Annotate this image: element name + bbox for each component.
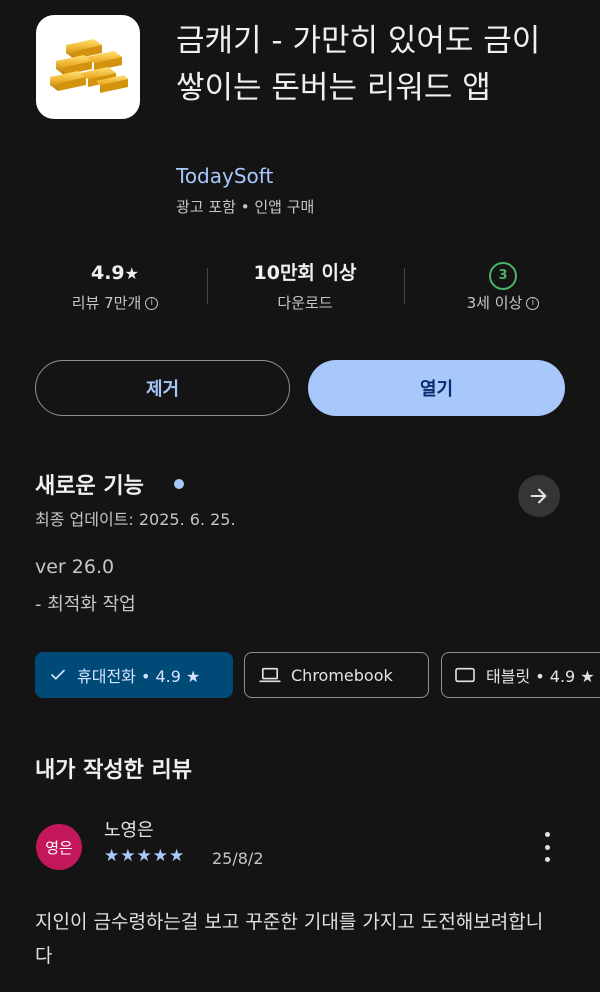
review-date: 25/8/2: [212, 849, 264, 868]
whats-new-arrow-button[interactable]: [518, 475, 560, 517]
reviews-count: 리뷰 7만개: [71, 294, 142, 312]
rating-stat[interactable]: 4.9★ 리뷰 7만개 i: [40, 258, 190, 313]
avatar: 영은: [36, 824, 82, 870]
device-chip-label: 휴대전화 • 4.9 ★: [77, 667, 201, 686]
new-indicator-dot: [174, 479, 184, 489]
downloads-stat: 10만회 이상 다운로드: [230, 258, 380, 313]
check-icon: [49, 666, 67, 684]
device-chip-label: Chromebook: [291, 665, 393, 685]
more-options-icon[interactable]: [536, 832, 558, 862]
device-chip-tablet[interactable]: 태블릿 • 4.9 ★: [441, 652, 600, 698]
ads-inapp-label: 광고 포함 • 인앱 구매: [176, 198, 315, 216]
age-rating-badge: 3: [489, 262, 517, 290]
arrow-right-icon: [530, 488, 547, 504]
age-rating-label: 3세 이상: [466, 294, 523, 312]
info-icon: i: [145, 297, 159, 310]
device-chip-phone[interactable]: 휴대전화 • 4.9 ★: [35, 652, 233, 698]
app-icon: [36, 15, 140, 119]
rating-value: 4.9: [90, 262, 125, 284]
uninstall-button[interactable]: 제거: [35, 360, 290, 416]
laptop-icon: [259, 666, 281, 684]
info-icon: i: [526, 297, 540, 310]
stat-divider: [404, 268, 405, 304]
device-chip-label: 태블릿 • 4.9 ★: [486, 667, 595, 686]
age-rating-stat[interactable]: 3 3세 이상 i: [428, 258, 578, 313]
downloads-label: 다운로드: [277, 294, 333, 312]
last-updated: 최종 업데이트: 2025. 6. 25.: [35, 510, 236, 529]
tablet-icon: [454, 666, 476, 684]
app-title: 금캐기 - 가만히 있어도 금이 쌓이는 돈버는 리워드 앱: [176, 23, 541, 106]
my-review-title: 내가 작성한 리뷰: [35, 758, 192, 783]
downloads-value: 10만회 이상: [253, 262, 357, 284]
version-text: ver 26.0: [35, 556, 115, 578]
stat-divider: [207, 268, 208, 304]
developer-link[interactable]: TodaySoft: [176, 164, 273, 188]
rating-star-icon: ★: [124, 264, 139, 283]
device-chip-chromebook[interactable]: Chromebook: [244, 652, 429, 698]
review-stars: ★★★★★: [104, 846, 186, 866]
release-note: - 최적화 작업: [35, 594, 136, 615]
open-button[interactable]: 열기: [308, 360, 565, 416]
gold-bars-icon: [50, 39, 128, 93]
reviewer-name: 노영은: [104, 820, 154, 841]
whats-new-title: 새로운 기능: [35, 474, 144, 499]
review-text: 지인이 금수령하는걸 보고 꾸준한 기대를 가지고 도전해보려합니다: [35, 911, 544, 967]
